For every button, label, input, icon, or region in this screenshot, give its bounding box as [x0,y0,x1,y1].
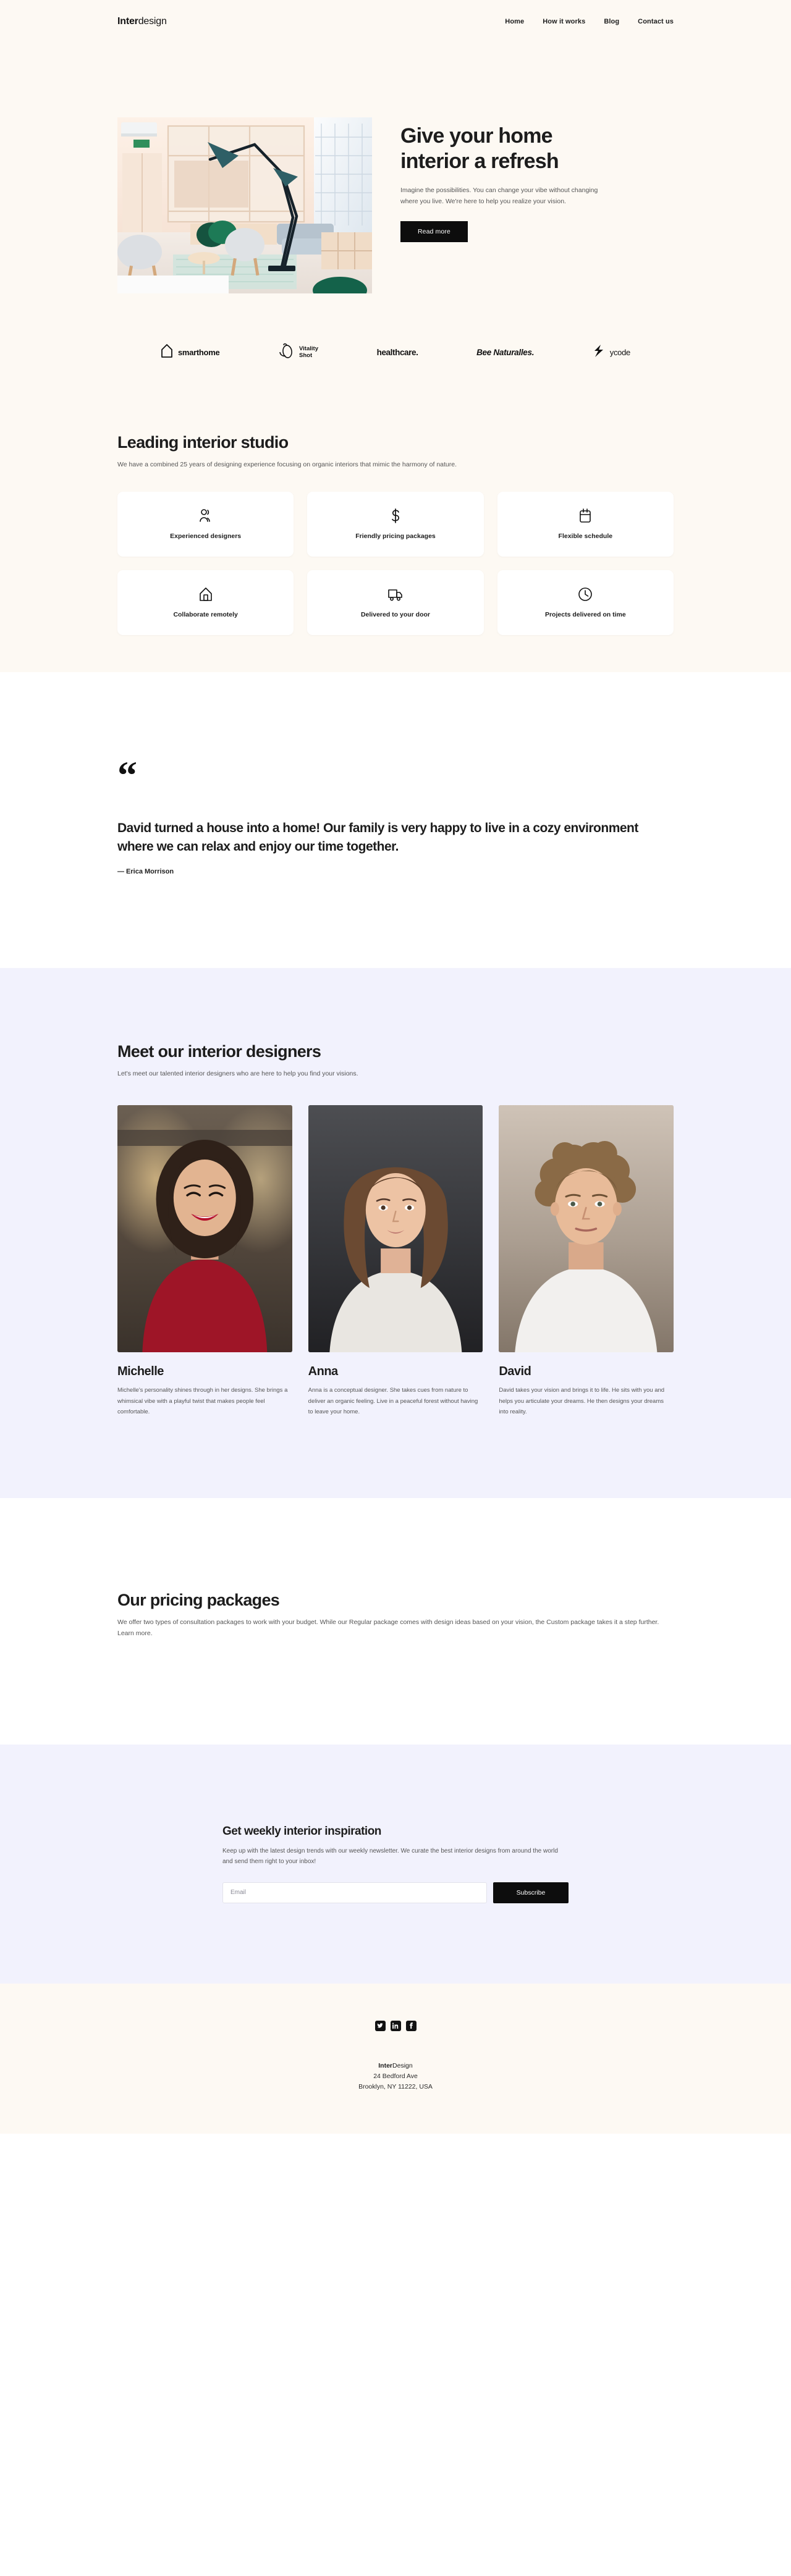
designer-name: Anna [308,1365,338,1379]
testimonial-section: “ David turned a house into a home! Our … [0,671,791,968]
feature-card-projects-delivered-on-time[interactable]: Projects delivered on time [497,570,674,635]
designer-card-grid: Michelle Michelle's personality shines t… [117,1105,674,1418]
designer-bio: David takes your vision and brings it to… [499,1387,665,1416]
vitality-line1: Vitality [299,345,318,352]
subscribe-button[interactable]: Subscribe [493,1882,569,1903]
feature-card-label: Delivered to your door [360,611,430,619]
main-nav: Home How it works Blog Contact us [505,18,674,25]
newsletter-form: Subscribe [222,1882,569,1903]
client-logo-strip: smarthome Vitality Shot healthcare. Bee … [161,293,630,362]
designer-card-michelle[interactable]: Michelle Michelle's personality shines t… [117,1105,292,1418]
designer-bio: Anna is a conceptual designer. She takes… [308,1387,478,1416]
nav-item-how-it-works[interactable]: How it works [543,18,585,25]
feature-card-grid: Experienced designers Friendly pricing p… [117,491,674,635]
studio-title: Leading interior studio [117,433,289,452]
client-logo-label: smarthome [178,348,220,357]
hero-title-line2: interior a refresh [400,149,559,174]
pricing-title: Our pricing packages [117,1591,280,1610]
newsletter-title: Get weekly interior inspiration [222,1824,381,1838]
nav-item-blog[interactable]: Blog [604,18,619,25]
feature-card-label: Projects delivered on time [544,611,626,619]
studio-section: Leading interior studio We have a combin… [117,362,674,635]
studio-description: We have a combined 25 years of designing… [117,461,457,468]
site-header: Interdesign Home How it works Blog Conta… [0,0,791,43]
designer-photo [499,1105,674,1353]
newsletter-section: Get weekly interior inspiration Keep up … [0,1744,791,1984]
client-logo-ycode[interactable]: ycode [593,344,630,361]
testimonial-quote: David turned a house into a home! Our fa… [117,820,638,854]
hero-title-line1: Give your home [400,124,553,148]
client-logo-vitality-shot[interactable]: Vitality Shot [278,343,318,362]
calendar-icon [577,508,593,524]
client-logo-healthcare[interactable]: healthcare. [377,348,418,357]
pricing-section: Our pricing packages We offer two types … [0,1498,791,1745]
home-icon [198,586,214,602]
designers-description: Let's meet our talented interior designe… [117,1069,358,1077]
designer-bio: Michelle's personality shines through in… [117,1387,288,1416]
feature-card-friendly-pricing-packages[interactable]: Friendly pricing packages [307,491,484,557]
truck-icon [387,586,404,602]
brand-logo[interactable]: Interdesign [117,16,167,27]
hero-title: Give your home interior a refresh [400,124,674,175]
top-cream-section: Interdesign Home How it works Blog Conta… [0,0,791,672]
hero-image [117,117,372,293]
social-links [0,2020,791,2031]
designer-card-anna[interactable]: Anna Anna is a conceptual designer. She … [308,1105,483,1418]
client-logo-label: healthcare. [376,348,418,357]
footer-brand-bold: Inter [378,2061,393,2069]
designer-name: David [499,1365,531,1379]
feature-card-label: Collaborate remotely [173,611,238,619]
hero-subtitle: Imagine the possibilities. You can chang… [400,186,598,206]
brand-logo-light: design [138,16,167,27]
client-logo-smarthome[interactable]: smarthome [161,343,220,361]
client-logo-bee-naturalles[interactable]: Bee Naturalles. [476,348,534,357]
fruit-slice-icon [278,343,294,362]
footer-address-line1: 24 Bedford Ave [373,2072,418,2080]
designer-photo [308,1105,483,1353]
footer-brand: InterDesign [0,2062,791,2069]
newsletter-description: Keep up with the latest design trends wi… [222,1847,558,1866]
vitality-line2: Shot [299,351,313,359]
feature-card-collaborate-remotely[interactable]: Collaborate remotely [117,570,294,635]
feature-card-delivered-to-your-door[interactable]: Delivered to your door [307,570,484,635]
people-icon [198,508,214,524]
nav-item-contact-us[interactable]: Contact us [638,18,674,25]
feature-card-label: Experienced designers [170,532,242,541]
client-logo-label: ycode [609,348,631,357]
feature-card-label: Flexible schedule [558,532,613,541]
lightning-bolt-icon [593,344,605,361]
feature-card-experienced-designers[interactable]: Experienced designers [117,491,294,557]
hero-section: Give your home interior a refresh Imagin… [117,43,674,293]
linkedin-icon[interactable] [390,2020,401,2031]
read-more-button[interactable]: Read more [400,221,468,242]
feature-card-label: Friendly pricing packages [355,532,436,541]
client-logo-label: Vitality Shot [299,345,318,360]
email-input[interactable] [222,1882,487,1903]
pricing-description: We offer two types of consultation packa… [117,1618,659,1637]
client-logo-label: Bee Naturalles. [476,348,535,357]
brand-logo-bold: Inter [117,16,138,27]
facebook-icon[interactable] [405,2020,417,2031]
testimonial-author: — Erica Morrison [117,867,174,875]
house-outline-icon [161,343,173,361]
feature-card-flexible-schedule[interactable]: Flexible schedule [497,491,674,557]
twitter-icon[interactable] [374,2020,386,2031]
footer-brand-light: Design [392,2061,413,2069]
clock-icon [577,586,593,602]
designer-name: Michelle [117,1365,164,1379]
designers-title: Meet our interior designers [117,1042,321,1061]
designers-section: Meet our interior designers Let's meet o… [0,967,791,1499]
nav-item-home[interactable]: Home [505,18,524,25]
designer-photo [117,1105,292,1353]
dollar-icon [387,508,404,524]
site-footer: InterDesign 24 Bedford Ave Brooklyn, NY … [0,1983,791,2134]
quote-mark-icon: “ [117,752,137,797]
footer-address-line2: Brooklyn, NY 11222, USA [358,2082,433,2090]
designer-card-david[interactable]: David David takes your vision and brings… [499,1105,674,1418]
